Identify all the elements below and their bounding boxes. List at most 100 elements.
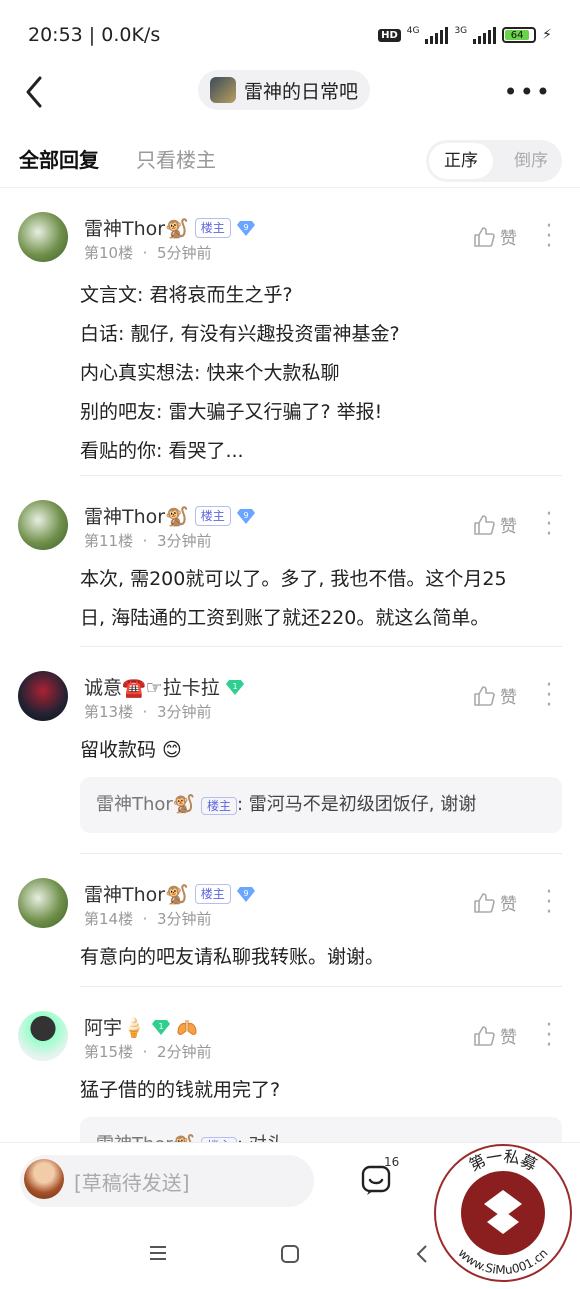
post-meta: 第14楼 · 3分钟前 [84,910,212,928]
home-icon[interactable] [280,1244,300,1264]
svg-text:1: 1 [158,1022,163,1031]
sort-desc-button[interactable]: 倒序 [514,140,548,182]
avatar[interactable] [18,878,68,928]
forum-avatar [210,77,236,103]
signal-icon-2 [473,26,497,44]
thumbs-up-icon [474,226,495,247]
post-content: 本次, 需200就可以了。多了, 我也不借。这个月25 日, 海陆通的工资到账了… [80,560,560,638]
my-avatar [24,1159,64,1199]
user-name[interactable]: 雷神Thor🐒 [84,214,189,241]
like-label: 赞 [500,517,517,537]
draft-input[interactable]: [草稿待发送] [20,1155,314,1207]
post-time: 2分钟前 [156,1043,212,1061]
level-gem-icon: 1 [225,679,244,695]
battery-icon: 64 [502,27,537,43]
post-time: 3分钟前 [156,910,212,928]
emoji-count-badge: 16 [384,1155,400,1169]
post-content: 猛子借的的钱就用完了? [80,1071,560,1110]
post-content: 有意向的吧友请私聊我转账。谢谢。 [80,938,560,977]
user-name[interactable]: 阿宇🍦 [84,1013,146,1040]
floor-number: 第11楼 [84,532,134,550]
content-line: 本次, 需200就可以了。多了, 我也不借。这个月25 [80,568,507,590]
quoted-reply[interactable]: 雷神Thor🐒 楼主: 雷河马不是初级团饭仔, 谢谢 [80,777,562,833]
post-menu-icon[interactable]: · · · [545,1015,553,1057]
svg-text:9: 9 [243,511,248,520]
like-label: 赞 [500,1028,517,1048]
like-label: 赞 [500,895,517,915]
avatar[interactable] [18,500,68,550]
floor-number: 第13楼 [84,703,134,721]
op-badge: 楼主 [200,797,237,815]
post-time: 5分钟前 [156,244,212,262]
hd-icon: HD [378,28,401,42]
post-content: 文言文: 君将哀而生之乎? 白话: 靓仔, 有没有兴趣投资雷神基金? 内心真实想… [80,276,560,471]
post-menu-icon[interactable]: · · · [545,216,553,258]
reply-post: 雷神Thor🐒 楼主 9 第11楼 · 3分钟前 赞 · · · 本次, 需200就… [0,500,580,648]
svg-text:9: 9 [243,889,248,898]
post-meta: 第15楼 · 2分钟前 [84,1043,212,1061]
quote-text: : 雷河马不是初级团饭仔, 谢谢 [236,794,477,815]
svg-text:9: 9 [243,223,248,232]
menu-icon[interactable] [148,1244,168,1262]
post-meta: 第10楼 · 5分钟前 [84,244,212,262]
divider [80,646,562,647]
network-4g-label: 4G [406,26,420,36]
quote-user-name: 雷神Thor🐒 [96,1134,195,1142]
signal-icon [425,26,449,44]
sort-toggle: 正序 倒序 [426,140,562,182]
op-badge: 楼主 [194,505,231,526]
user-name-row: 阿宇🍦 1 [84,1013,198,1040]
user-name-row: 诚意☎️☞拉卡拉 1 [84,673,244,700]
post-menu-icon[interactable]: · · · [545,675,553,717]
back-nav-icon[interactable] [414,1244,430,1264]
post-menu-icon[interactable]: · · · [545,882,553,924]
like-label: 赞 [500,229,517,249]
tab-op-only[interactable]: 只看楼主 [136,144,216,173]
op-badge: 楼主 [194,883,231,904]
avatar[interactable] [18,671,68,721]
like-button[interactable]: 赞 [472,890,517,915]
content-line: 猛子借的的钱就用完了? [80,1079,281,1101]
divider [80,475,562,476]
status-bar: 20:53 | 0.0K/s HD 4G 3G 64 ⚡ [0,0,580,70]
thumbs-up-icon [474,685,495,706]
quoted-reply[interactable]: 雷神Thor🐒 楼主: 对头 [80,1117,562,1142]
content-line: 白话: 靓仔, 有没有兴趣投资雷神基金? [80,323,400,345]
reply-post: 雷神Thor🐒 楼主 9 第10楼 · 5分钟前 赞 · · · 文言文: 君将哀而… [0,212,580,476]
content-line: 有意向的吧友请私聊我转账。谢谢。 [80,946,385,968]
avatar[interactable] [18,212,68,262]
forum-name: 雷神的日常吧 [244,80,359,103]
content-line: 文言文: 君将哀而生之乎? [80,284,293,306]
user-name[interactable]: 诚意☎️☞拉卡拉 [84,673,220,700]
reply-post: 雷神Thor🐒 楼主 9 第14楼 · 3分钟前 赞 · · · 有意向的吧友请私聊… [0,878,580,988]
user-name[interactable]: 雷神Thor🐒 [84,502,189,529]
post-menu-icon[interactable]: · · · [545,504,553,546]
post-meta: 第13楼 · 3分钟前 [84,703,212,721]
forum-title-chip[interactable]: 雷神的日常吧 [198,70,371,110]
thumbs-up-icon [474,1025,495,1046]
like-button[interactable]: 赞 [472,224,517,249]
post-content: 留收款码 😊 [80,731,560,770]
floor-number: 第14楼 [84,910,134,928]
more-options-icon[interactable]: ••• [504,78,552,106]
like-button[interactable]: 赞 [472,512,517,537]
user-name-row: 雷神Thor🐒 楼主 9 [84,880,255,907]
back-arrow-icon[interactable] [20,74,50,110]
reply-post: 阿宇🍦 1 第15楼 · 2分钟前 赞 ··· 猛子借的的钱就用完了? 雷神Th… [0,1011,580,1142]
watermark-logo: 第一私募 www.SiMu001.cn [434,1144,572,1282]
tab-all-replies[interactable]: 全部回复 [19,144,99,173]
avatar[interactable] [18,1011,68,1061]
op-badge: 楼主 [194,217,231,238]
user-name-row: 雷神Thor🐒 楼主 9 [84,502,255,529]
sort-asc-button[interactable]: 正序 [429,143,493,179]
like-button[interactable]: 赞 [472,683,517,708]
network-3g-label: 3G [454,26,468,36]
divider [80,986,562,987]
post-time: 3分钟前 [156,532,212,550]
status-time: 20:53 | 0.0K/s [28,24,161,46]
battery-level: 64 [505,30,530,41]
floor-number: 第10楼 [84,244,134,262]
user-name[interactable]: 雷神Thor🐒 [84,880,189,907]
post-meta: 第11楼 · 3分钟前 [84,532,212,550]
like-button[interactable]: 赞 [472,1023,517,1048]
